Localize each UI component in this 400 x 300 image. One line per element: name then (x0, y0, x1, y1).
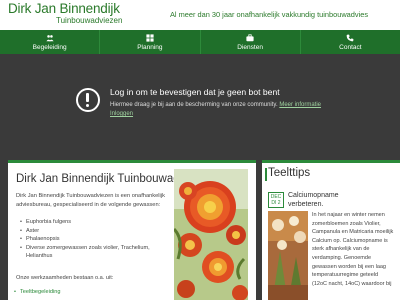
date-day: DI 2 (271, 200, 281, 206)
list-item: Euphorbia fulgens (20, 218, 168, 227)
bullet: • (14, 289, 16, 295)
briefcase-icon (246, 33, 254, 41)
exclamation-icon (76, 88, 100, 112)
tip-title[interactable]: Calciumopname verbeteren. (288, 191, 368, 209)
nav-item-begeleiding[interactable]: Begeleiding (0, 30, 101, 54)
list-item: Aster (20, 227, 168, 236)
date-badge: DEC DI 2 (268, 192, 284, 208)
tip-text: In het najaar en winter nemen zomerbloem… (312, 212, 394, 287)
login-link[interactable]: Inloggen (110, 111, 133, 117)
nav-item-contact[interactable]: Contact (301, 30, 400, 54)
list-item: Diverse zomergewassen zoals violier, Tra… (20, 244, 168, 261)
site-header: Dirk Jan Binnendijk Tuinbouwadviezen Al … (0, 0, 400, 30)
crop-list: Euphorbia fulgens Aster Phalaenopsis Div… (20, 218, 168, 261)
bot-check-title: Log in om te bevestigen dat je geen bot … (110, 87, 280, 97)
grid-icon (146, 33, 154, 42)
site-subtitle: Tuinbouwadviezen (56, 16, 123, 25)
teeltbegeleiding-link[interactable]: Teeltbegeleiding (20, 289, 60, 295)
nav-item-planning[interactable]: Planning (100, 30, 201, 54)
tagline: Al meer dan 30 jaar onafhankelijk vakkun… (170, 10, 369, 19)
bot-check-text: Hiermee draag je bij aan de bescherming … (110, 101, 350, 119)
nav-item-diensten[interactable]: Diensten (201, 30, 301, 54)
nav-label: Contact (339, 43, 362, 51)
main-content: Dirk Jan Binnendijk Tuinbouwadviezen Dir… (8, 160, 256, 300)
intro-text: Dirk Jan Binnendijk Tuinbouwadviezen is … (16, 193, 165, 208)
more-info-link[interactable]: Meer informatie (279, 102, 321, 108)
site-title[interactable]: Dirk Jan Binnendijk (8, 1, 120, 16)
flower-photo (174, 169, 248, 300)
main-nav: Begeleiding Planning Diensten Contact (0, 30, 400, 54)
people-icon (46, 34, 54, 41)
bot-check-description: Hiermee draag je bij aan de bescherming … (110, 102, 278, 108)
phone-icon (346, 34, 354, 41)
tip-photo (268, 211, 308, 300)
tip-plant-illustration (268, 211, 308, 300)
teelttips-sidebar: Teelttips DEC DI 2 Calciumopname verbete… (262, 160, 400, 300)
list-item: Phalaenopsis (20, 235, 168, 244)
flower-illustration (174, 169, 248, 300)
nav-label: Planning (137, 43, 163, 51)
werkzaamheden-text: Onze werkzaamheden bestaan o.a. uit: (16, 275, 114, 281)
nav-label: Begeleiding (32, 43, 67, 51)
sidebar-title: Teelttips (264, 167, 311, 181)
nav-label: Diensten (237, 43, 263, 51)
